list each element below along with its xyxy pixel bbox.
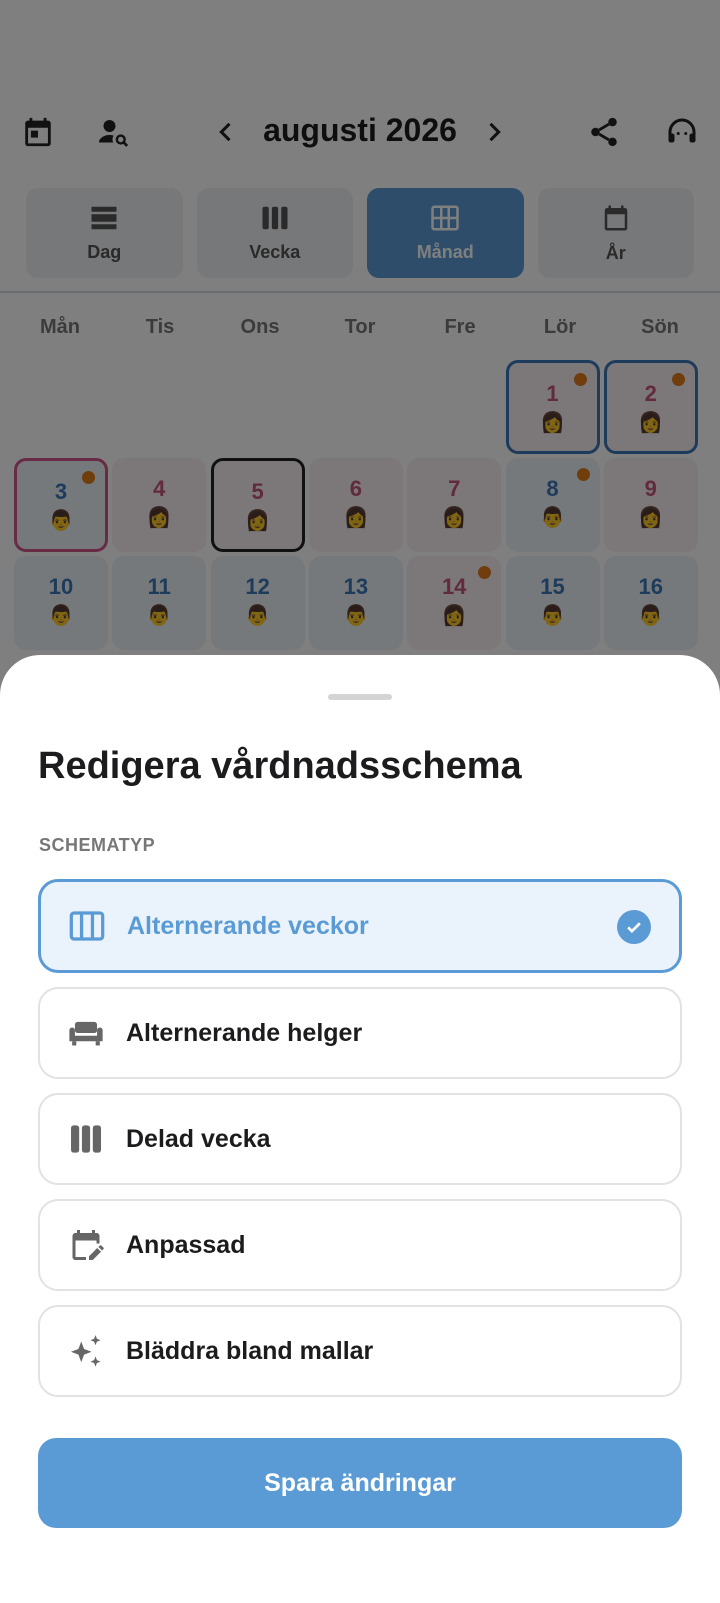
option-browse-templates[interactable]: Bläddra bland mallar <box>38 1305 682 1397</box>
sheet-drag-handle[interactable] <box>328 694 392 700</box>
option-label: Bläddra bland mallar <box>126 1336 374 1365</box>
save-changes-button[interactable]: Spara ändringar <box>38 1438 682 1528</box>
edit-calendar-icon <box>66 1225 106 1265</box>
sparkle-icon <box>66 1331 106 1371</box>
sheet-title: Redigera vårdnadsschema <box>38 745 522 787</box>
weekend-sofa-icon <box>66 1013 106 1053</box>
option-split-week[interactable]: Delad vecka <box>38 1093 682 1185</box>
option-custom[interactable]: Anpassad <box>38 1199 682 1291</box>
edit-schedule-sheet: Redigera vårdnadsschema SCHEMATYP Altern… <box>0 655 720 1603</box>
option-label: Delad vecka <box>126 1124 271 1153</box>
option-label: Alternerande veckor <box>127 911 369 940</box>
schedule-type-options: Alternerande veckor Alternerande helger … <box>38 879 682 1411</box>
view-week-icon <box>67 906 107 946</box>
section-label: SCHEMATYP <box>39 835 156 855</box>
option-label: Alternerande helger <box>126 1018 363 1047</box>
option-alternating-weekends[interactable]: Alternerande helger <box>38 987 682 1079</box>
option-alternating-weeks[interactable]: Alternerande veckor <box>38 879 682 973</box>
option-label: Anpassad <box>126 1230 246 1259</box>
split-week-icon <box>66 1119 106 1159</box>
checkmark-icon <box>617 910 651 944</box>
